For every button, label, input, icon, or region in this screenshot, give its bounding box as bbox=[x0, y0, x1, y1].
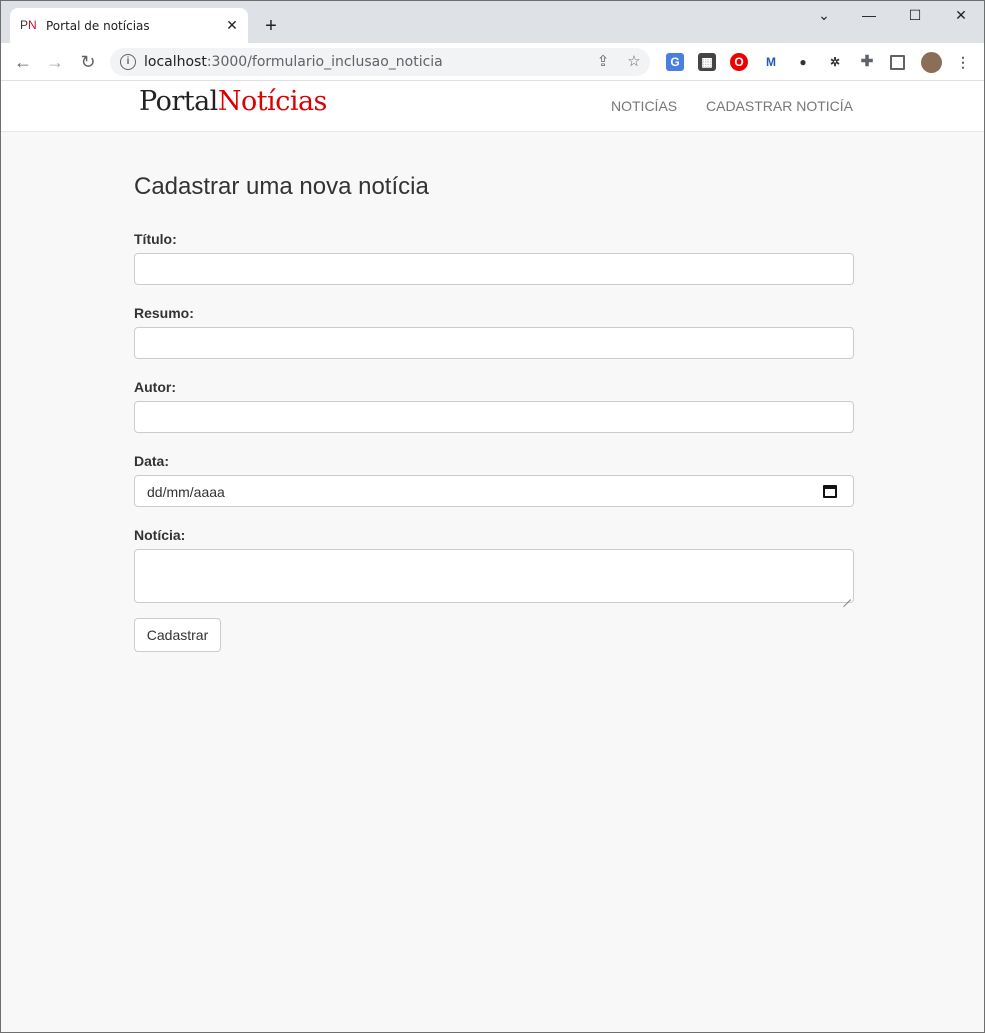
site-logo[interactable]: PortalNotícias bbox=[139, 86, 327, 117]
titulo-input[interactable] bbox=[134, 253, 854, 285]
titulo-label: Título: bbox=[134, 231, 177, 247]
resize-grip-icon[interactable] bbox=[843, 592, 851, 600]
noticia-label: Notícia: bbox=[134, 527, 186, 543]
resumo-input[interactable] bbox=[134, 327, 854, 359]
calendar-icon[interactable] bbox=[823, 485, 837, 498]
tab-close-icon[interactable]: ✕ bbox=[222, 15, 242, 35]
share-icon[interactable]: ⇪ bbox=[594, 53, 612, 71]
profile-avatar[interactable] bbox=[921, 52, 942, 73]
browser-toolbar: ← → ↻ i localhost:3000/formulario_inclus… bbox=[1, 43, 984, 81]
tab-title: Portal de notícias bbox=[46, 19, 150, 33]
close-window-button[interactable]: ✕ bbox=[938, 7, 984, 27]
menu-dots-icon[interactable]: ⋮ bbox=[954, 53, 972, 71]
resumo-label: Resumo: bbox=[134, 305, 194, 321]
page-content: PortalNotícias NOTICÍAS CADASTRAR NOTICÍ… bbox=[1, 81, 984, 1032]
dots-extension-icon[interactable]: ● bbox=[794, 53, 812, 71]
address-bar[interactable]: i localhost:3000/formulario_inclusao_not… bbox=[110, 48, 650, 76]
minimize-button[interactable]: — bbox=[846, 7, 892, 27]
autor-label: Autor: bbox=[134, 379, 176, 395]
noticia-textarea[interactable] bbox=[134, 549, 854, 603]
nav-link-cadastrar-noticia[interactable]: CADASTRAR NOTICÍA bbox=[706, 98, 853, 114]
translate-extension-icon[interactable]: G bbox=[666, 53, 684, 71]
back-button[interactable]: ← bbox=[10, 49, 36, 75]
puzzle-extensions-icon[interactable]: ✚ bbox=[858, 53, 876, 71]
malwarebytes-extension-icon[interactable]: M bbox=[762, 53, 780, 71]
data-label: Data: bbox=[134, 453, 170, 469]
date-placeholder: dd/mm/aaaa bbox=[147, 484, 225, 500]
cadastrar-button[interactable]: Cadastrar bbox=[134, 618, 221, 652]
site-navbar: PortalNotícias NOTICÍAS CADASTRAR NOTICÍ… bbox=[1, 81, 984, 132]
star-icon[interactable]: ☆ bbox=[625, 53, 643, 71]
bug-extension-icon[interactable]: ✲ bbox=[826, 53, 844, 71]
favicon-icon: PN bbox=[20, 18, 37, 32]
film-extension-icon[interactable]: ▦ bbox=[698, 53, 716, 71]
forward-button[interactable]: → bbox=[42, 49, 68, 75]
new-tab-button[interactable]: + bbox=[260, 15, 282, 37]
reload-button[interactable]: ↻ bbox=[75, 49, 101, 75]
side-panel-icon[interactable] bbox=[890, 55, 905, 70]
url-text[interactable]: localhost:3000/formulario_inclusao_notic… bbox=[144, 54, 443, 70]
tab-search-chevron-icon[interactable]: ⌄ bbox=[801, 7, 847, 27]
autor-input[interactable] bbox=[134, 401, 854, 433]
nav-link-noticias[interactable]: NOTICÍAS bbox=[611, 98, 677, 114]
page-title: Cadastrar uma nova notícia bbox=[134, 173, 429, 200]
browser-window: PN Portal de notícias ✕ + ⌄ — ☐ ✕ ← → ↻ … bbox=[0, 0, 985, 1033]
site-info-icon[interactable]: i bbox=[120, 54, 136, 70]
data-date-input[interactable]: dd/mm/aaaa bbox=[134, 475, 854, 507]
maximize-button[interactable]: ☐ bbox=[892, 7, 938, 27]
browser-tab[interactable]: PN Portal de notícias ✕ bbox=[10, 8, 248, 43]
opera-extension-icon[interactable]: O bbox=[730, 53, 748, 71]
tab-strip: PN Portal de notícias ✕ + ⌄ — ☐ ✕ bbox=[1, 1, 984, 43]
